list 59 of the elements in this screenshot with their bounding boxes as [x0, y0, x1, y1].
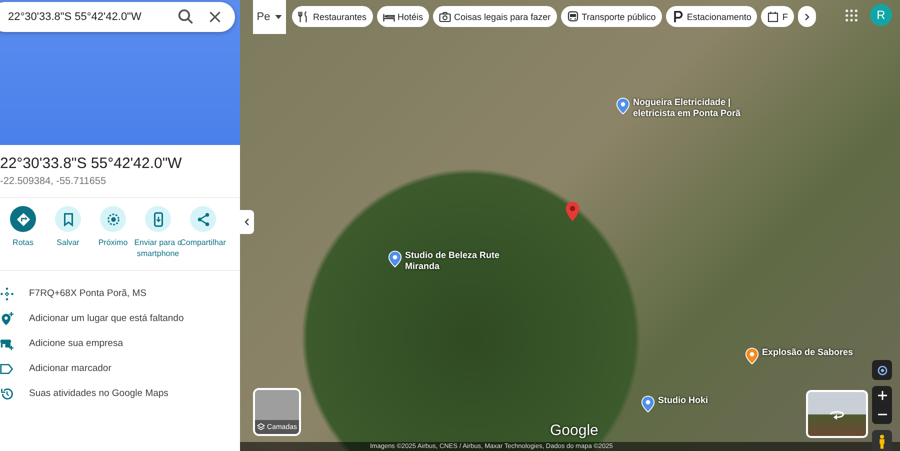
- action-button[interactable]: Compartilhar: [180, 206, 226, 264]
- search-icon[interactable]: [177, 8, 195, 26]
- place-label[interactable]: Studio de Beleza Rute Miranda: [405, 250, 515, 272]
- apps-grid-icon[interactable]: [845, 9, 858, 22]
- chevron-right-icon: [804, 12, 810, 20]
- satellite-map-photo[interactable]: [240, 0, 900, 451]
- location-pin-icon: [565, 201, 580, 222]
- share-icon: [196, 212, 210, 226]
- place-label[interactable]: Nogueira Eletricidade | eletricista em Ponta Porã: [633, 97, 743, 119]
- action-button[interactable]: Rotas: [0, 206, 46, 264]
- cutlery-icon: [298, 10, 310, 22]
- nearby-icon: [106, 212, 120, 226]
- tag-icon: [0, 362, 14, 376]
- chevron-left-icon: [244, 218, 250, 226]
- layers-icon: [257, 422, 266, 432]
- person-icon: [878, 434, 886, 448]
- caret-icon: [275, 14, 282, 20]
- action-button[interactable]: Enviar para o smartphone: [135, 206, 181, 264]
- action-button[interactable]: Salvar: [45, 206, 91, 264]
- category-chip[interactable]: F: [761, 6, 794, 27]
- coordinates-text: -22.509384, -55.711655: [0, 176, 108, 187]
- place-label[interactable]: Explosão de Sabores: [762, 347, 872, 358]
- place-marker-icon[interactable]: [616, 97, 630, 115]
- place-title: 22°30'33.8"S 55°42'42.0"W: [0, 155, 183, 172]
- close-icon[interactable]: [207, 9, 223, 25]
- category-chip[interactable]: Estacionamento: [666, 6, 758, 27]
- category-chip[interactable]: Hotéis: [376, 6, 430, 27]
- calendar-icon: [767, 10, 780, 22]
- collapse-panel-tab[interactable]: [240, 210, 254, 234]
- detail-item[interactable]: Adicione sua empresa: [29, 338, 123, 349]
- category-chip[interactable]: Coisas legais para fazer: [433, 6, 557, 27]
- plus-icon: [878, 391, 886, 400]
- detail-item[interactable]: Adicionar marcador: [29, 363, 112, 374]
- plus-code-icon: [0, 286, 14, 300]
- map-type-dropdown[interactable]: Pe: [253, 0, 286, 34]
- place-marker-icon[interactable]: [641, 395, 655, 413]
- category-chip[interactable]: Restaurantes: [292, 6, 373, 27]
- place-label[interactable]: Studio Hoki: [658, 395, 768, 406]
- category-chip[interactable]: Transporte público: [560, 6, 662, 27]
- rotate-icon: [828, 408, 846, 420]
- action-button[interactable]: Próximo: [90, 206, 136, 264]
- street-view-button[interactable]: [872, 430, 892, 451]
- map-thumbnail: [255, 390, 299, 420]
- history-icon: [0, 386, 14, 400]
- directions-icon: [16, 212, 30, 226]
- detail-item[interactable]: Suas atividades no Google Maps: [29, 388, 168, 399]
- my-location-button[interactable]: [872, 360, 892, 380]
- place-marker-icon[interactable]: [388, 250, 402, 268]
- parking-icon: [672, 10, 684, 22]
- bus-icon: [566, 10, 579, 22]
- detail-item[interactable]: F7RQ+68X Ponta Porã, MS: [29, 288, 146, 299]
- location-target-icon: [876, 364, 888, 376]
- street-view-photo[interactable]: [806, 390, 868, 438]
- map-logo: Google: [550, 422, 598, 439]
- place-marker-icon[interactable]: [745, 347, 759, 365]
- next-chips-button[interactable]: [798, 6, 816, 27]
- search-field[interactable]: 22°30'33.8"S 55°42'42.0"W: [0, 2, 235, 32]
- detail-item[interactable]: Adicionar um lugar que está faltando: [29, 313, 184, 324]
- camera-icon: [439, 10, 452, 22]
